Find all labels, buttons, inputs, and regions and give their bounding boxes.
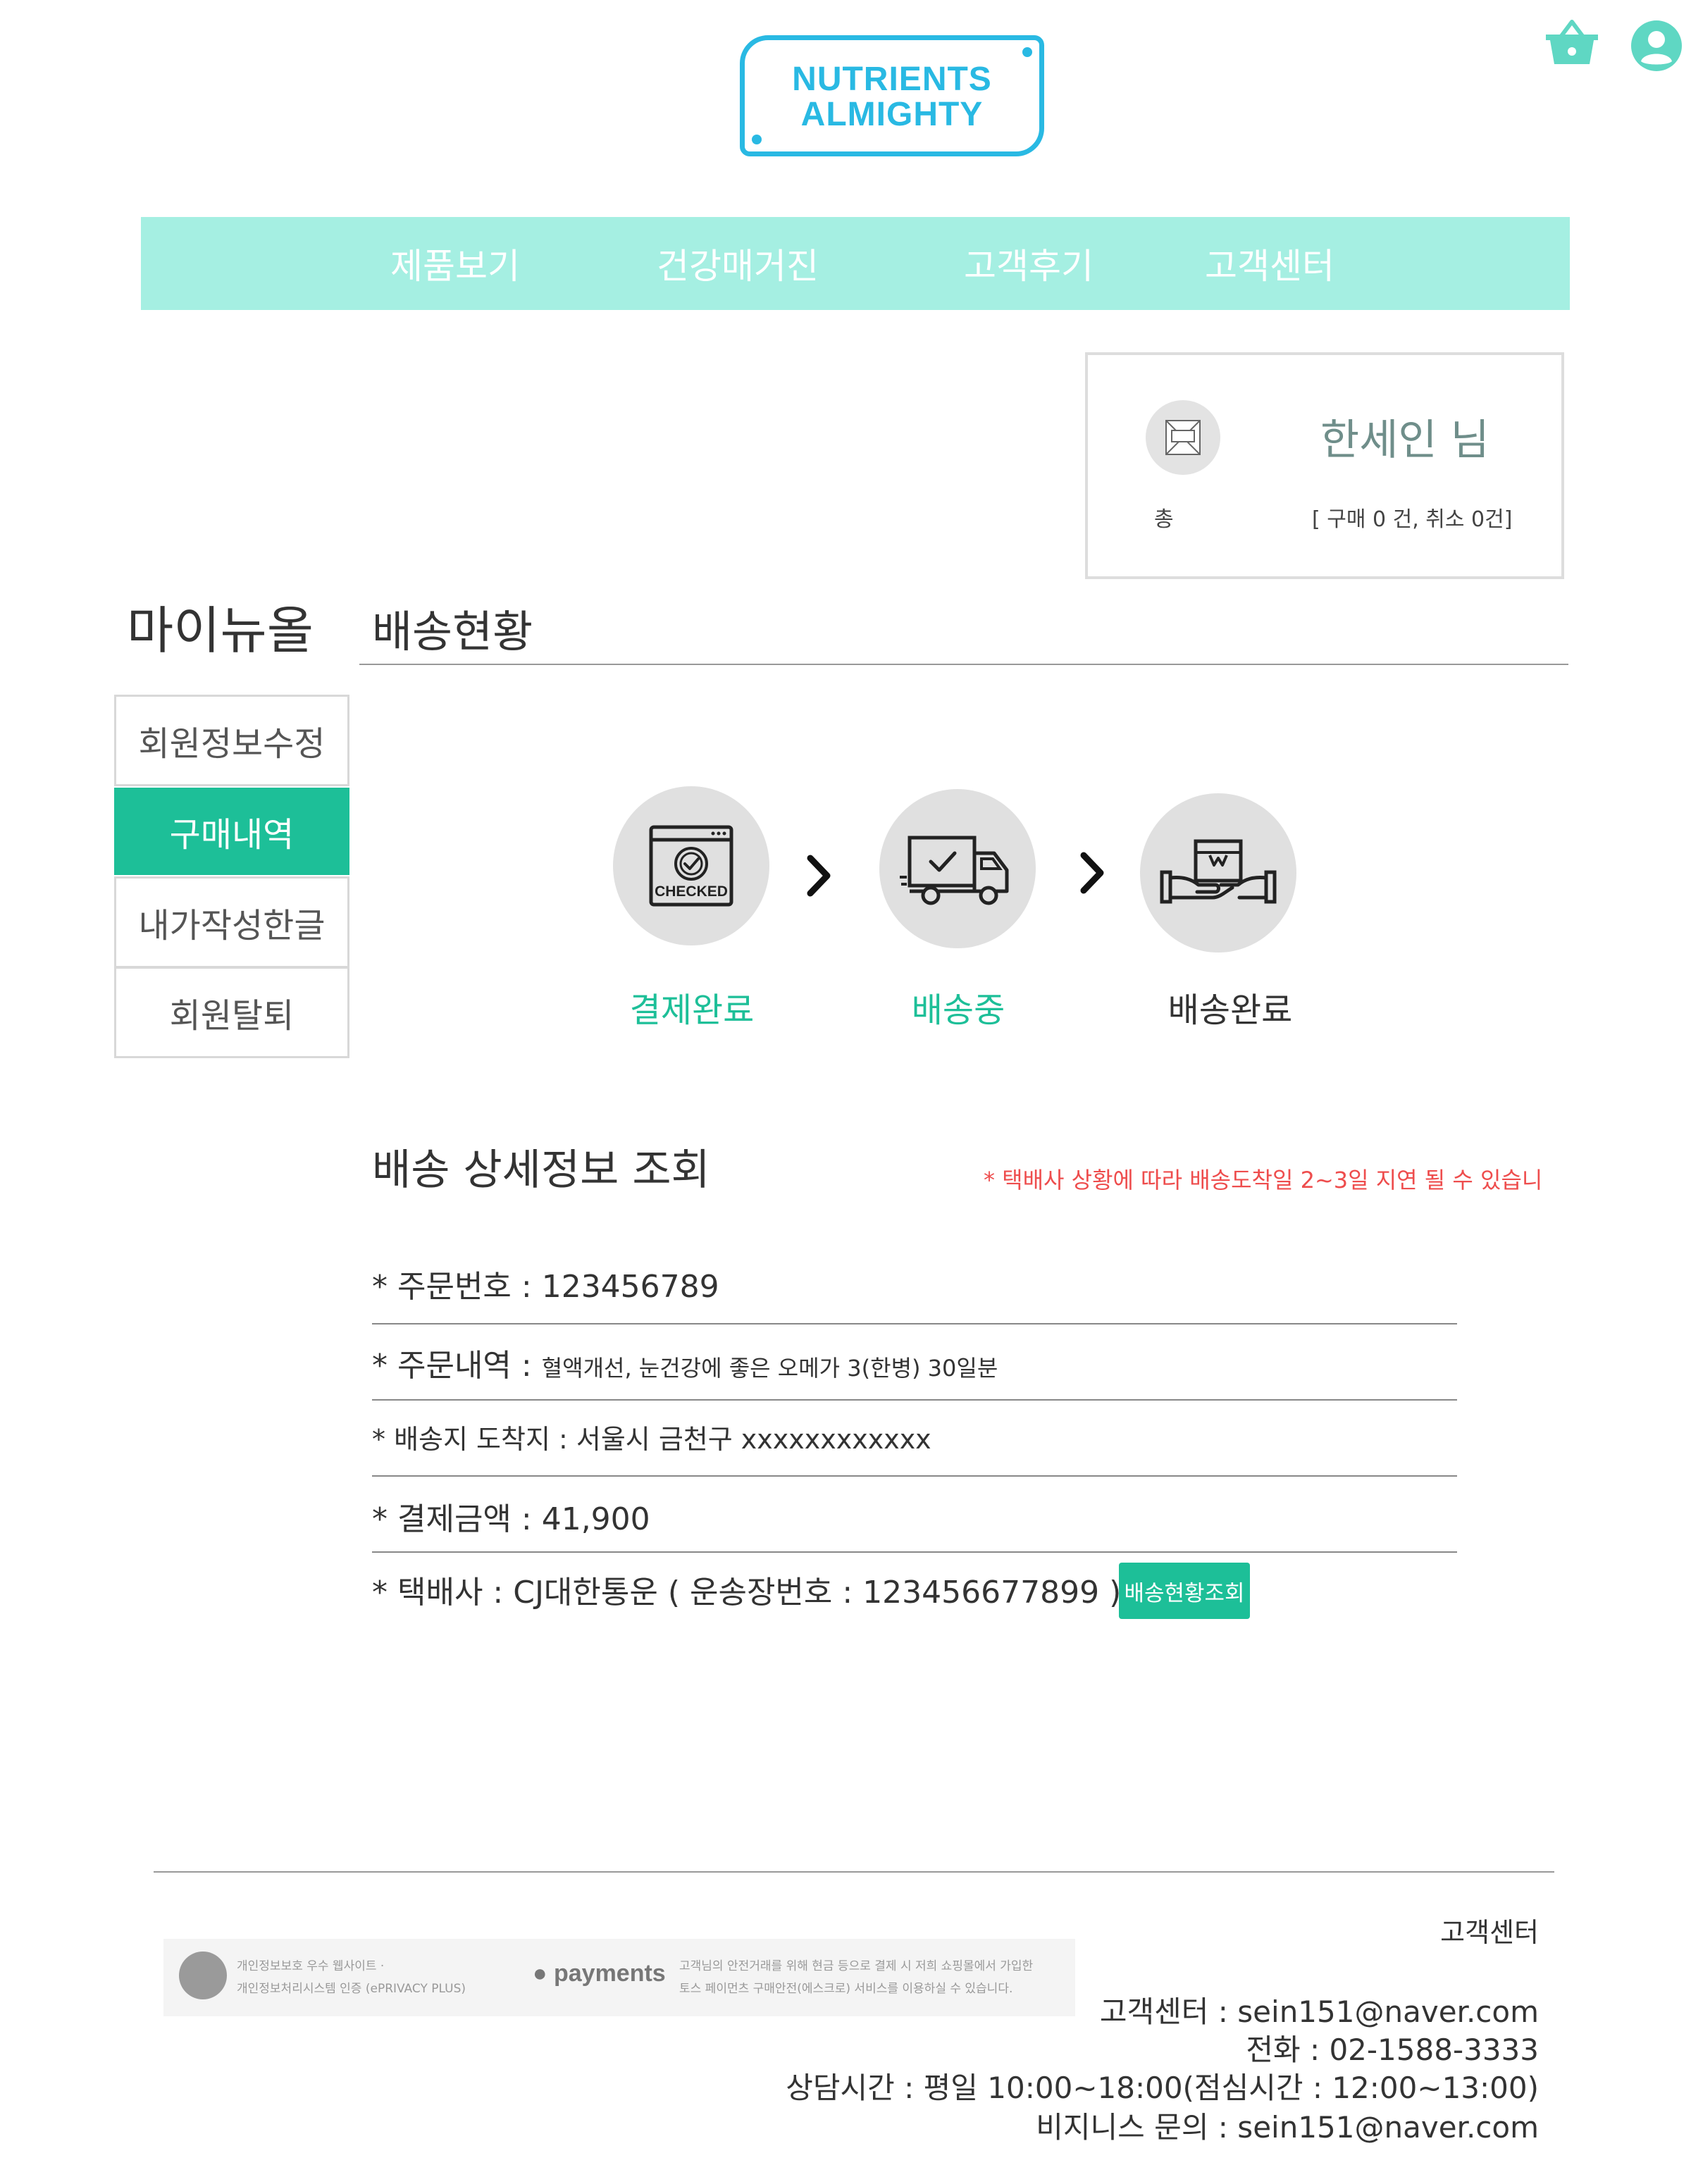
order-stats: [ 구매 0 건, 취소 0건]	[1312, 507, 1513, 532]
escrow-line-1: 고객님의 안전거래를 위해 현금 등으로 결제 시 저희 쇼핑몰에서 가입한	[679, 1959, 1034, 1973]
row-divider	[372, 1475, 1457, 1477]
step-payment: CHECKED	[613, 786, 769, 945]
amount-row: * 결제금액 : 41,900	[372, 1494, 650, 1539]
avatar-label: 총	[1154, 507, 1174, 532]
nav-item-products[interactable]: 제품보기	[390, 238, 520, 289]
order-number-value: 123456789	[541, 1269, 719, 1305]
chevron-right-icon	[1080, 852, 1104, 894]
logo-dot	[1022, 47, 1032, 57]
footer-cs-heading: 고객센터	[1440, 1917, 1539, 1948]
order-number-row: * 주문번호 : 123456789	[372, 1261, 719, 1306]
avatar	[1146, 400, 1220, 475]
detail-title: 배송 상세정보 조회	[372, 1146, 710, 1195]
chevron-right-icon	[807, 855, 831, 897]
payments-logo-text: payments	[553, 1960, 666, 1987]
escrow-line-2: 토스 페이먼츠 구매안전(에스크로) 서비스를 이용하실 수 있습니다.	[679, 1982, 1013, 1996]
checked-payment-icon: CHECKED	[649, 825, 733, 907]
nav-item-magazine[interactable]: 건강매거진	[657, 238, 819, 289]
eprivacy-seal-icon	[179, 1952, 227, 1999]
courier-value: CJ대한통운 ( 운송장번호 : 123456677899 )	[513, 1575, 1122, 1611]
payments-dot-icon: ●	[533, 1960, 554, 1987]
sidebar-item-my-posts[interactable]: 내가작성한글	[114, 876, 349, 968]
mypage-title: 마이뉴올	[127, 601, 314, 660]
row-divider	[372, 1323, 1457, 1324]
footer-cs-email[interactable]: 고객센터 : sein151@naver.com	[1100, 1988, 1539, 2031]
basket-icon[interactable]	[1543, 15, 1601, 69]
order-number-label: * 주문번호 :	[372, 1269, 542, 1305]
row-divider	[372, 1551, 1457, 1553]
order-items-row: * 주문내역 : 혈액개선, 눈건강에 좋은 오메가 3(한병) 30일분	[372, 1340, 998, 1385]
page-title: 배송현황	[372, 606, 533, 657]
address-value: 서울시 금천구 xxxxxxxxxxxx	[576, 1424, 931, 1455]
step-label-delivered: 배송완료	[1167, 991, 1293, 1030]
nav-item-support[interactable]: 고객센터	[1205, 238, 1334, 289]
logo-line-1: NUTRIENTS	[792, 61, 992, 98]
footer-divider	[154, 1871, 1554, 1873]
footer-business[interactable]: 비지니스 문의 : sein151@naver.com	[1036, 2104, 1539, 2147]
profile-card: 총 한세인 님 [ 구매 0 건, 취소 0건]	[1085, 352, 1564, 579]
package-delivered-icon	[1160, 839, 1277, 904]
logo-dot	[752, 135, 762, 144]
address-row: * 배송지 도착지 : 서울시 금천구 xxxxxxxxxxxx	[372, 1417, 931, 1456]
track-delivery-button[interactable]: 배송현황조회	[1119, 1563, 1250, 1619]
sidebar-item-edit-profile[interactable]: 회원정보수정	[114, 695, 349, 786]
order-items-value: 혈액개선, 눈건강에 좋은 오메가 3(한병) 30일분	[541, 1355, 998, 1382]
sidebar-item-orders[interactable]: 구매내역	[114, 788, 349, 875]
checked-text: CHECKED	[655, 883, 728, 900]
step-label-shipping: 배송중	[911, 991, 1005, 1030]
sidebar-item-withdraw[interactable]: 회원탈퇴	[114, 967, 349, 1058]
courier-label: * 택배사 :	[372, 1575, 514, 1611]
title-divider	[359, 664, 1568, 665]
delay-notice: * 택배사 상황에 따라 배송도착일 2~3일 지연 될 수 있습니	[984, 1167, 1543, 1193]
footer-hours: 상담시간 : 평일 10:00~18:00(점심시간 : 12:00~13:00…	[786, 2071, 1539, 2105]
row-divider	[372, 1399, 1457, 1401]
step-shipping	[879, 789, 1036, 948]
courier-row: * 택배사 : CJ대한통운 ( 운송장번호 : 123456677899 )	[372, 1567, 1121, 1612]
footer-phone: 전화 : 02-1588-3333	[1246, 2033, 1539, 2067]
step-label-payment: 결제완료	[629, 991, 755, 1030]
order-items-label: * 주문내역 :	[372, 1348, 542, 1384]
amount-label: * 결제금액 :	[372, 1501, 542, 1537]
delivery-truck-icon	[900, 836, 1009, 905]
certification-badges: 개인정보보호 우수 웹사이트 · 개인정보처리시스템 인증 (ePRIVACY …	[163, 1939, 1075, 2016]
broken-image-icon	[1165, 420, 1201, 455]
brand-logo[interactable]: NUTRIENTS ALMIGHTY	[740, 35, 1044, 156]
amount-value: 41,900	[541, 1501, 650, 1537]
step-delivered	[1140, 793, 1296, 953]
user-name: 한세인 님	[1320, 416, 1489, 465]
payments-logo: ● payments	[533, 1960, 666, 1987]
nav-item-reviews[interactable]: 고객후기	[964, 238, 1094, 289]
logo-line-2: ALMIGHTY	[800, 96, 984, 133]
address-label: * 배송지 도착지 :	[372, 1424, 576, 1455]
main-nav: 제품보기 건강매거진 고객후기 고객센터	[141, 217, 1570, 310]
cert-line-1: 개인정보보호 우수 웹사이트 ·	[237, 1959, 385, 1973]
user-circle-icon[interactable]	[1630, 20, 1683, 72]
cert-line-2: 개인정보처리시스템 인증 (ePRIVACY PLUS)	[237, 1982, 466, 1996]
